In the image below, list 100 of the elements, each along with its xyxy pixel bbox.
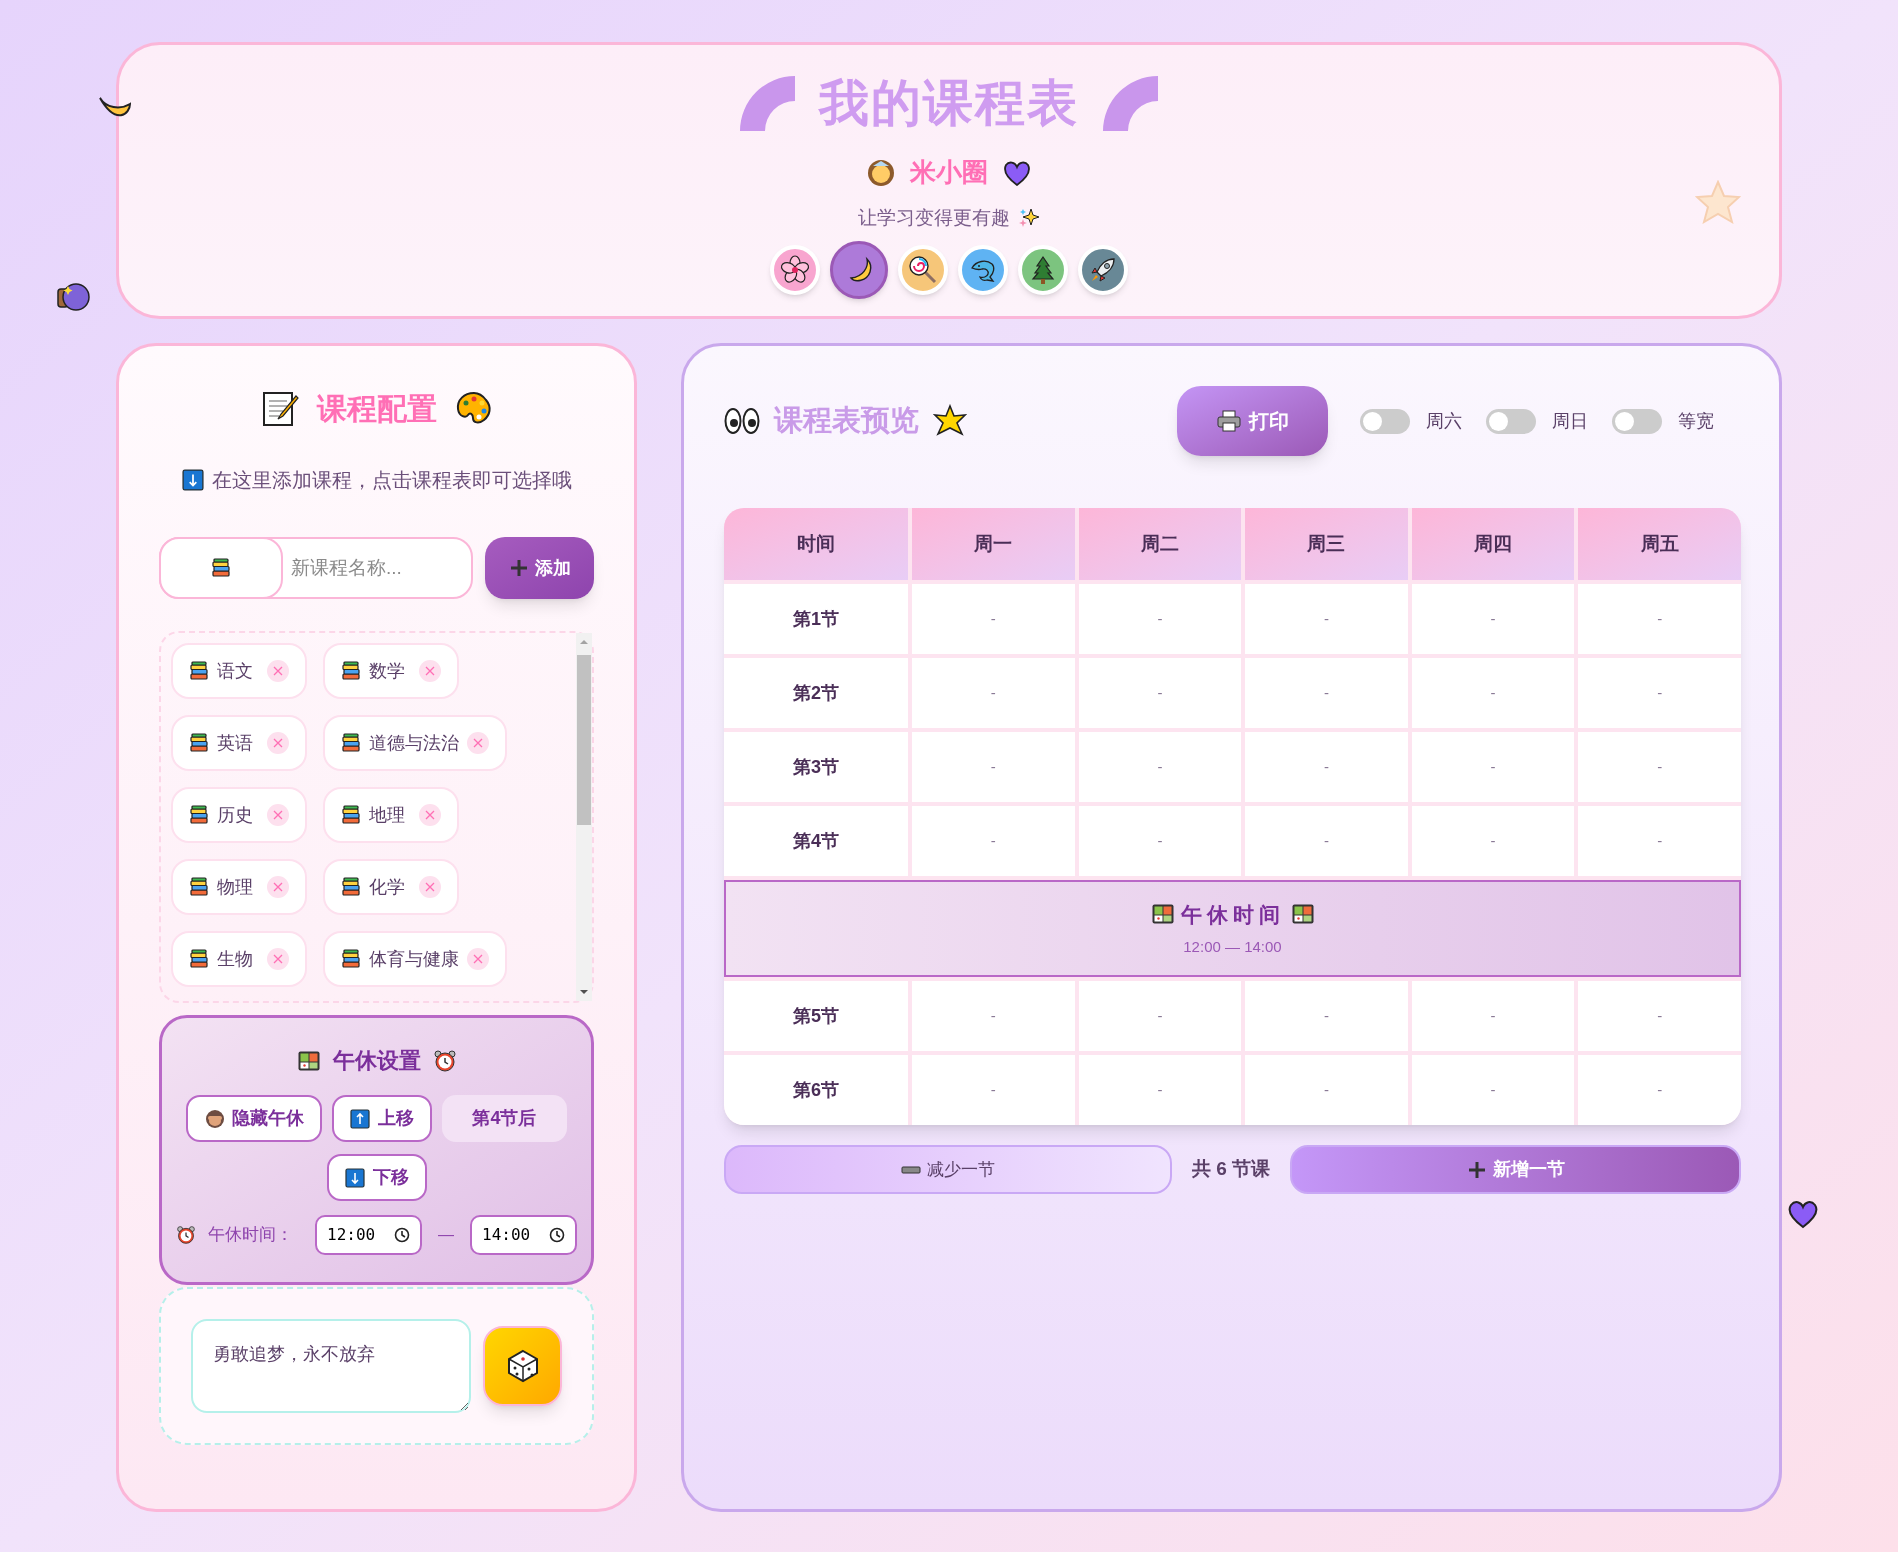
course-name: 物理 bbox=[217, 875, 253, 899]
timetable-cell[interactable]: - bbox=[1078, 658, 1242, 728]
timetable-cell[interactable]: - bbox=[1078, 732, 1242, 802]
course-name: 英语 bbox=[217, 731, 253, 755]
timetable-cell[interactable]: - bbox=[912, 658, 1075, 728]
timetable-cell[interactable]: - bbox=[1411, 658, 1575, 728]
add-course-button[interactable]: 添加 bbox=[485, 537, 594, 599]
course-chip[interactable]: 体育与健康 bbox=[323, 931, 507, 987]
timetable-cell[interactable]: - bbox=[1245, 806, 1408, 876]
app-title: 我的课程表 bbox=[819, 74, 1079, 133]
move-down-button[interactable]: 下移 bbox=[326, 1154, 427, 1201]
course-chip[interactable]: 物理 bbox=[171, 859, 307, 915]
period-label: 第1节 bbox=[724, 584, 908, 654]
books-icon bbox=[341, 661, 361, 681]
timetable-cell[interactable]: - bbox=[1245, 981, 1408, 1051]
user-name: 米小圈 bbox=[910, 156, 988, 189]
timetable-cell[interactable]: - bbox=[1411, 981, 1575, 1051]
lunch-break-time: 12:00 — 14:00 bbox=[1183, 937, 1282, 957]
timetable-cell[interactable]: - bbox=[1578, 584, 1741, 654]
books-icon bbox=[341, 877, 361, 897]
timetable-cell[interactable]: - bbox=[912, 981, 1075, 1051]
flower-icon bbox=[779, 253, 811, 286]
dice-icon bbox=[506, 1349, 539, 1383]
course-chip[interactable]: 数学 bbox=[323, 643, 459, 699]
remove-icon[interactable] bbox=[419, 660, 441, 682]
course-chip[interactable]: 语文 bbox=[171, 643, 307, 699]
timetable-cell[interactable]: - bbox=[1245, 584, 1408, 654]
timetable-cell[interactable]: - bbox=[1245, 1055, 1408, 1125]
print-button[interactable]: 打印 bbox=[1177, 386, 1328, 456]
timetable-cell[interactable]: - bbox=[1578, 981, 1741, 1051]
lunchbox-icon bbox=[1150, 902, 1175, 927]
course-chip[interactable]: 历史 bbox=[171, 787, 307, 843]
course-name: 生物 bbox=[217, 947, 253, 971]
motto-field[interactable]: 勇敢追梦，永不放弃 bbox=[191, 1319, 472, 1413]
scroll-down-icon[interactable] bbox=[579, 987, 589, 997]
timetable-cell[interactable]: - bbox=[1078, 1055, 1242, 1125]
lunch-break-title: 午休时间 bbox=[1180, 901, 1285, 928]
timetable-cell[interactable]: - bbox=[1578, 732, 1741, 802]
books-icon bbox=[189, 805, 209, 825]
remove-icon[interactable] bbox=[419, 876, 441, 898]
course-name: 数学 bbox=[369, 659, 405, 683]
toggle-switch[interactable] bbox=[1486, 408, 1536, 434]
timetable-cell[interactable]: - bbox=[912, 806, 1075, 876]
timetable-cell[interactable]: - bbox=[1578, 658, 1741, 728]
column-header: 周一 bbox=[912, 508, 1075, 580]
star-icon bbox=[933, 404, 967, 438]
timetable-cell[interactable]: - bbox=[1411, 732, 1575, 802]
timetable-cell[interactable]: - bbox=[1578, 806, 1741, 876]
random-motto-button[interactable] bbox=[483, 1326, 562, 1406]
period-label: 第5节 bbox=[724, 981, 908, 1051]
remove-icon[interactable] bbox=[419, 804, 441, 826]
crystal-ball-icon bbox=[56, 281, 92, 313]
end-time-field[interactable]: 14:00 bbox=[470, 1215, 577, 1255]
plus-icon bbox=[508, 558, 529, 578]
timetable-cell[interactable]: - bbox=[912, 732, 1075, 802]
timetable-cell[interactable]: - bbox=[1411, 584, 1575, 654]
scrollbar[interactable] bbox=[576, 633, 592, 1001]
course-chip[interactable]: 地理 bbox=[323, 787, 459, 843]
toggle-switch[interactable] bbox=[1360, 408, 1410, 434]
timetable-cell[interactable]: - bbox=[912, 584, 1075, 654]
timetable-cell[interactable]: - bbox=[1078, 584, 1242, 654]
theme-button[interactable] bbox=[830, 240, 888, 299]
timetable-cell[interactable]: - bbox=[1078, 981, 1242, 1051]
remove-icon[interactable] bbox=[267, 876, 289, 898]
scroll-up-icon[interactable] bbox=[579, 637, 589, 647]
avatar-icon bbox=[866, 157, 896, 188]
remove-period-button[interactable]: 减少一节 bbox=[724, 1145, 1172, 1194]
remove-icon[interactable] bbox=[467, 732, 489, 754]
lunchbox-icon bbox=[1290, 902, 1315, 927]
remove-icon[interactable] bbox=[267, 660, 289, 682]
column-header: 周三 bbox=[1245, 508, 1408, 580]
lunch-position: 第4节后 bbox=[442, 1095, 567, 1142]
timetable-cell[interactable]: - bbox=[912, 1055, 1075, 1125]
timetable-cell[interactable]: - bbox=[1078, 806, 1242, 876]
remove-icon[interactable] bbox=[267, 948, 289, 970]
books-icon bbox=[341, 805, 361, 825]
column-header: 周二 bbox=[1078, 508, 1242, 580]
timetable-cell[interactable]: - bbox=[1411, 1055, 1575, 1125]
course-chip[interactable]: 道德与法治 bbox=[323, 715, 507, 771]
course-name: 道德与法治 bbox=[369, 731, 459, 755]
course-chip[interactable]: 化学 bbox=[323, 859, 459, 915]
lollipop-icon bbox=[907, 253, 939, 286]
timetable-cell[interactable]: - bbox=[1245, 732, 1408, 802]
remove-icon[interactable] bbox=[467, 948, 489, 970]
course-chip[interactable]: 生物 bbox=[171, 931, 307, 987]
books-icon bbox=[341, 949, 361, 969]
add-period-button[interactable]: 新增一节 bbox=[1290, 1145, 1741, 1194]
remove-icon[interactable] bbox=[267, 732, 289, 754]
toggle-switch[interactable] bbox=[1612, 408, 1662, 434]
start-time-field[interactable]: 12:00 bbox=[315, 1215, 422, 1255]
timetable-cell[interactable]: - bbox=[1245, 658, 1408, 728]
alarm-clock-icon bbox=[176, 1225, 196, 1245]
memo-icon bbox=[260, 389, 299, 428]
remove-icon[interactable] bbox=[267, 804, 289, 826]
course-chip[interactable]: 英语 bbox=[171, 715, 307, 771]
timetable-cell[interactable]: - bbox=[1578, 1055, 1741, 1125]
move-up-button[interactable]: 上移 bbox=[332, 1095, 433, 1142]
timetable-cell[interactable]: - bbox=[1411, 806, 1575, 876]
hide-lunch-button[interactable]: 隐藏午休 bbox=[186, 1095, 323, 1142]
clock-icon bbox=[549, 1227, 565, 1243]
